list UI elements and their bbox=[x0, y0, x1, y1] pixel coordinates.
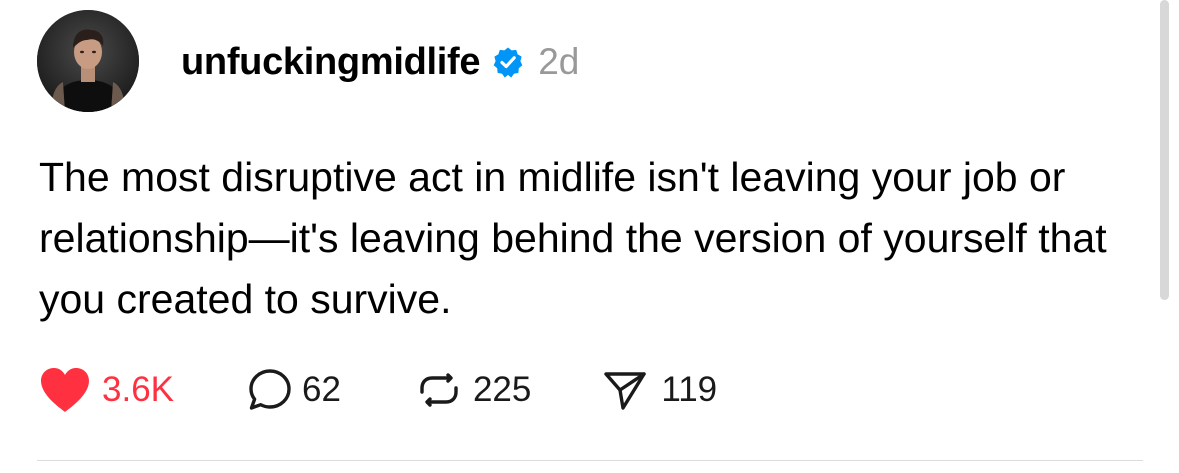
heart-icon bbox=[37, 366, 93, 414]
reply-button[interactable]: 62 bbox=[246, 366, 341, 414]
like-button[interactable]: 3.6K bbox=[37, 366, 174, 414]
reply-count: 62 bbox=[302, 370, 341, 409]
post-actions: 3.6K 62 225 119 bbox=[37, 362, 717, 418]
username-link[interactable]: unfuckingmidlife bbox=[181, 41, 481, 84]
repost-count: 225 bbox=[472, 370, 532, 409]
scrollbar[interactable] bbox=[1160, 0, 1169, 300]
like-count: 3.6K bbox=[102, 370, 174, 409]
comment-bubble-icon bbox=[246, 366, 294, 414]
share-count: 119 bbox=[661, 370, 718, 409]
avatar[interactable] bbox=[37, 10, 139, 112]
verified-badge-icon bbox=[492, 46, 524, 78]
share-button[interactable]: 119 bbox=[601, 366, 717, 414]
repost-button[interactable]: 225 bbox=[415, 366, 531, 414]
send-paper-plane-icon bbox=[601, 366, 649, 414]
post-text: The most disruptive act in midlife isn't… bbox=[39, 154, 1107, 322]
thread-post: unfuckingmidlife 2d The most disruptive … bbox=[0, 0, 1179, 473]
post-timestamp: 2d bbox=[538, 41, 580, 82]
post-divider bbox=[37, 460, 1143, 461]
repost-icon bbox=[415, 366, 463, 414]
avatar-photo-icon bbox=[37, 10, 139, 112]
post-header: unfuckingmidlife 2d bbox=[181, 36, 579, 88]
